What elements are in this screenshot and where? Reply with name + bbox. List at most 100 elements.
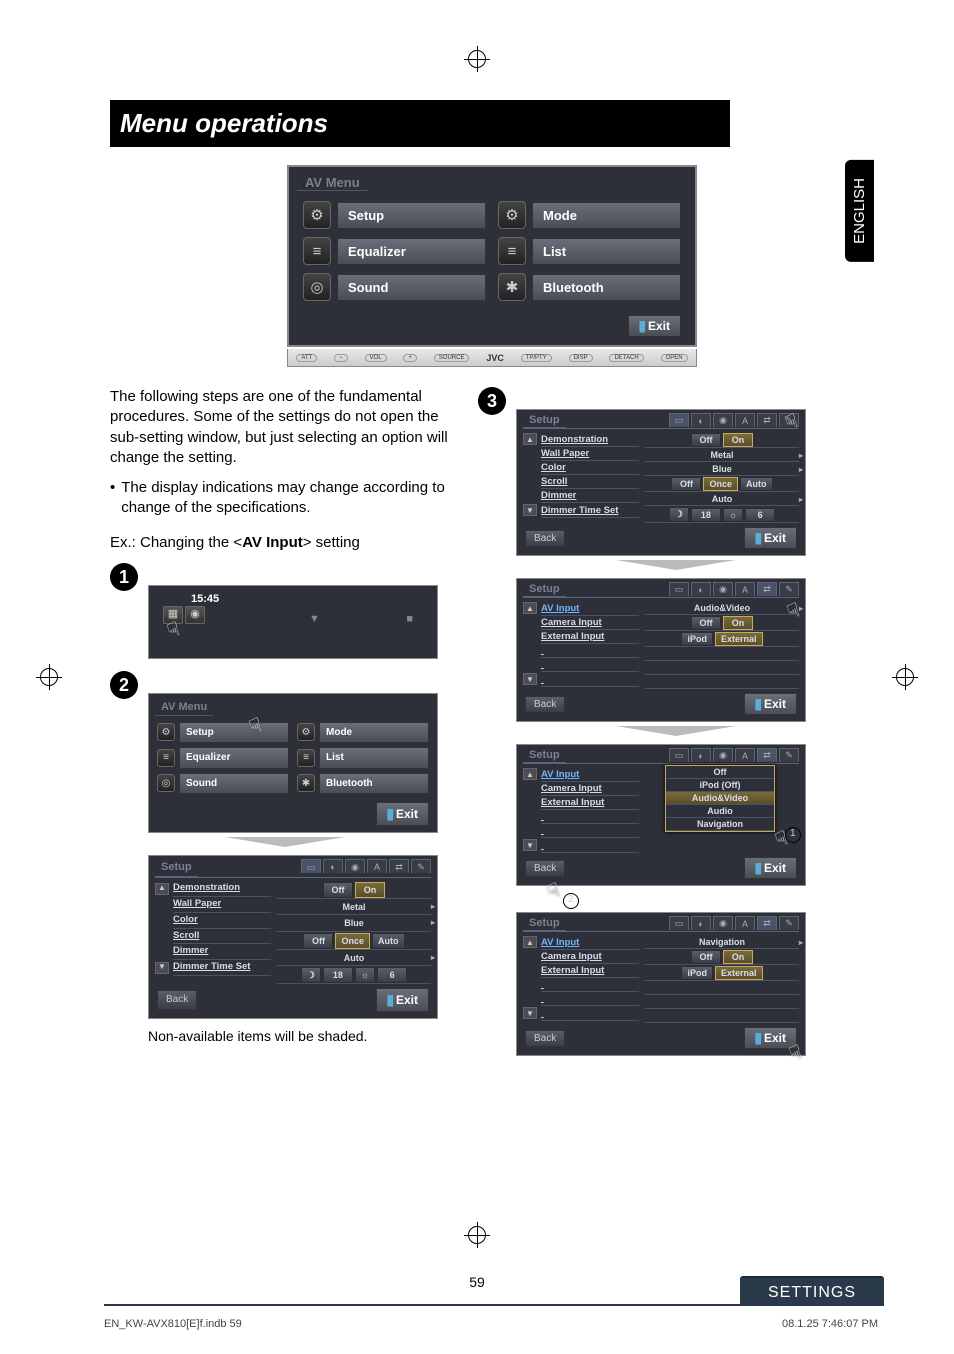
tab-clock[interactable]: ◐ — [691, 413, 711, 427]
tab-disc[interactable]: ◉ — [713, 582, 733, 596]
menu-item-sound[interactable]: ◎ Sound — [157, 773, 289, 795]
menu-item-bluetooth[interactable]: ✱ Bluetooth — [498, 273, 681, 301]
setup-item-av-input[interactable]: AV Input — [541, 603, 639, 616]
setup-item[interactable]: Demonstration — [173, 882, 271, 897]
popup-option[interactable]: iPod (Off) — [666, 779, 774, 792]
menu-item-mode[interactable]: ⚙ Mode — [498, 201, 681, 229]
tab-other[interactable]: ✎ — [779, 582, 799, 596]
option-external[interactable]: External — [715, 632, 763, 646]
tab-tuner[interactable]: A — [735, 582, 755, 596]
tab-display[interactable]: ▭ — [669, 413, 689, 427]
scroll-down-icon[interactable]: ▼ — [523, 673, 537, 685]
option-on[interactable]: On — [723, 616, 753, 630]
option-auto[interactable]: Auto — [372, 933, 405, 949]
exit-button[interactable]: ||||Exit — [376, 802, 429, 826]
tab-clock[interactable]: ◐ — [691, 748, 711, 762]
value-av-input[interactable]: Audio&Video▸ — [645, 602, 799, 615]
tab-clock[interactable]: ◐ — [691, 582, 711, 596]
tab-clock[interactable]: ◐ — [691, 916, 711, 930]
value-color[interactable]: Blue▸ — [645, 463, 799, 476]
tab-other[interactable]: ✎ — [411, 859, 431, 873]
setup-item-av-input[interactable]: AV Input — [541, 769, 639, 782]
back-button[interactable]: Back — [525, 530, 565, 547]
setup-item[interactable]: Dimmer — [541, 490, 639, 503]
tab-other[interactable]: ✎ — [779, 748, 799, 762]
time-value[interactable]: 6 — [745, 508, 775, 522]
setup-item-av-input[interactable]: AV Input — [541, 937, 639, 950]
setup-item-camera-input[interactable]: Camera Input — [541, 617, 639, 630]
tab-tuner[interactable]: A — [735, 916, 755, 930]
setup-item[interactable]: Scroll — [541, 476, 639, 489]
time-value[interactable]: 18 — [691, 508, 721, 522]
home-icon-2[interactable]: ◉ — [185, 606, 205, 624]
menu-item-mode[interactable]: ⚙ Mode — [297, 722, 429, 744]
back-button[interactable]: Back — [525, 860, 565, 877]
setup-item[interactable]: Demonstration — [541, 434, 639, 447]
value-wallpaper[interactable]: Metal▸ — [277, 900, 431, 915]
option-on[interactable]: On — [355, 882, 385, 898]
option-off[interactable]: Off — [691, 433, 721, 447]
setup-item[interactable]: Dimmer Time Set — [173, 961, 271, 976]
menu-item-setup[interactable]: ⚙ Setup — [303, 201, 486, 229]
exit-button[interactable]: ||||Exit — [376, 988, 429, 1012]
setup-item-camera-input[interactable]: Camera Input — [541, 951, 639, 964]
option-off[interactable]: Off — [691, 950, 721, 964]
tab-display[interactable]: ▭ — [669, 916, 689, 930]
setup-item-camera-input[interactable]: Camera Input — [541, 783, 639, 796]
scroll-up-icon[interactable]: ▲ — [523, 768, 537, 780]
menu-item-list[interactable]: ≡ List — [498, 237, 681, 265]
setup-item[interactable]: Dimmer Time Set — [541, 505, 639, 518]
setup-item[interactable]: Scroll — [173, 930, 271, 945]
setup-item-external-input[interactable]: External Input — [541, 965, 639, 978]
option-ipod[interactable]: iPod — [681, 966, 713, 980]
setup-item-external-input[interactable]: External Input — [541, 797, 639, 810]
menu-item-equalizer[interactable]: ≡ Equalizer — [303, 237, 486, 265]
tab-disc[interactable]: ◉ — [713, 413, 733, 427]
popup-option[interactable]: Audio — [666, 805, 774, 818]
back-button[interactable]: Back — [525, 696, 565, 713]
value-dimmer[interactable]: Auto▸ — [277, 951, 431, 966]
tab-disc[interactable]: ◉ — [345, 859, 365, 873]
time-value[interactable]: 18 — [323, 967, 353, 983]
tab-input[interactable]: ⇄ — [757, 748, 777, 762]
popup-option[interactable]: Audio&Video — [666, 792, 774, 805]
menu-item-equalizer[interactable]: ≡ Equalizer — [157, 747, 289, 769]
exit-button[interactable]: ||||Exit — [628, 315, 681, 337]
tab-display[interactable]: ▭ — [301, 859, 321, 873]
setup-item-external-input[interactable]: External Input — [541, 631, 639, 644]
popup-option[interactable]: Navigation — [666, 818, 774, 831]
scroll-down-icon[interactable]: ▼ — [523, 504, 537, 516]
scroll-up-icon[interactable]: ▲ — [523, 936, 537, 948]
scroll-down-icon[interactable]: ▼ — [523, 1007, 537, 1019]
tab-disc[interactable]: ◉ — [713, 916, 733, 930]
tab-input[interactable]: ⇄ — [757, 582, 777, 596]
option-off[interactable]: Off — [303, 933, 333, 949]
option-auto[interactable]: Auto — [740, 477, 773, 491]
tab-tuner[interactable]: A — [735, 413, 755, 427]
tab-disc[interactable]: ◉ — [713, 748, 733, 762]
tab-input[interactable]: ⇄ — [757, 916, 777, 930]
option-once[interactable]: Once — [335, 933, 370, 949]
setup-item[interactable]: Color — [541, 462, 639, 475]
setup-item[interactable]: Color — [173, 914, 271, 929]
tab-input[interactable]: ⇄ — [389, 859, 409, 873]
option-external[interactable]: External — [715, 966, 763, 980]
scroll-up-icon[interactable]: ▲ — [523, 433, 537, 445]
scroll-down-icon[interactable]: ▼ — [155, 962, 169, 974]
time-value[interactable]: 6 — [377, 967, 407, 983]
popup-option[interactable]: Off — [666, 766, 774, 779]
menu-item-list[interactable]: ≡ List — [297, 747, 429, 769]
tab-tuner[interactable]: A — [735, 748, 755, 762]
setup-item[interactable]: Wall Paper — [173, 898, 271, 913]
back-button[interactable]: Back — [525, 1030, 565, 1047]
value-wallpaper[interactable]: Metal▸ — [645, 449, 799, 462]
value-dimmer[interactable]: Auto▸ — [645, 493, 799, 506]
option-on[interactable]: On — [723, 433, 753, 447]
scroll-up-icon[interactable]: ▲ — [523, 602, 537, 614]
setup-item[interactable]: Wall Paper — [541, 448, 639, 461]
exit-button[interactable]: ||||Exit — [744, 857, 797, 879]
back-button[interactable]: Back — [157, 990, 197, 1010]
option-off[interactable]: Off — [323, 882, 353, 898]
menu-item-bluetooth[interactable]: ✱ Bluetooth — [297, 773, 429, 795]
tab-clock[interactable]: ◐ — [323, 859, 343, 873]
